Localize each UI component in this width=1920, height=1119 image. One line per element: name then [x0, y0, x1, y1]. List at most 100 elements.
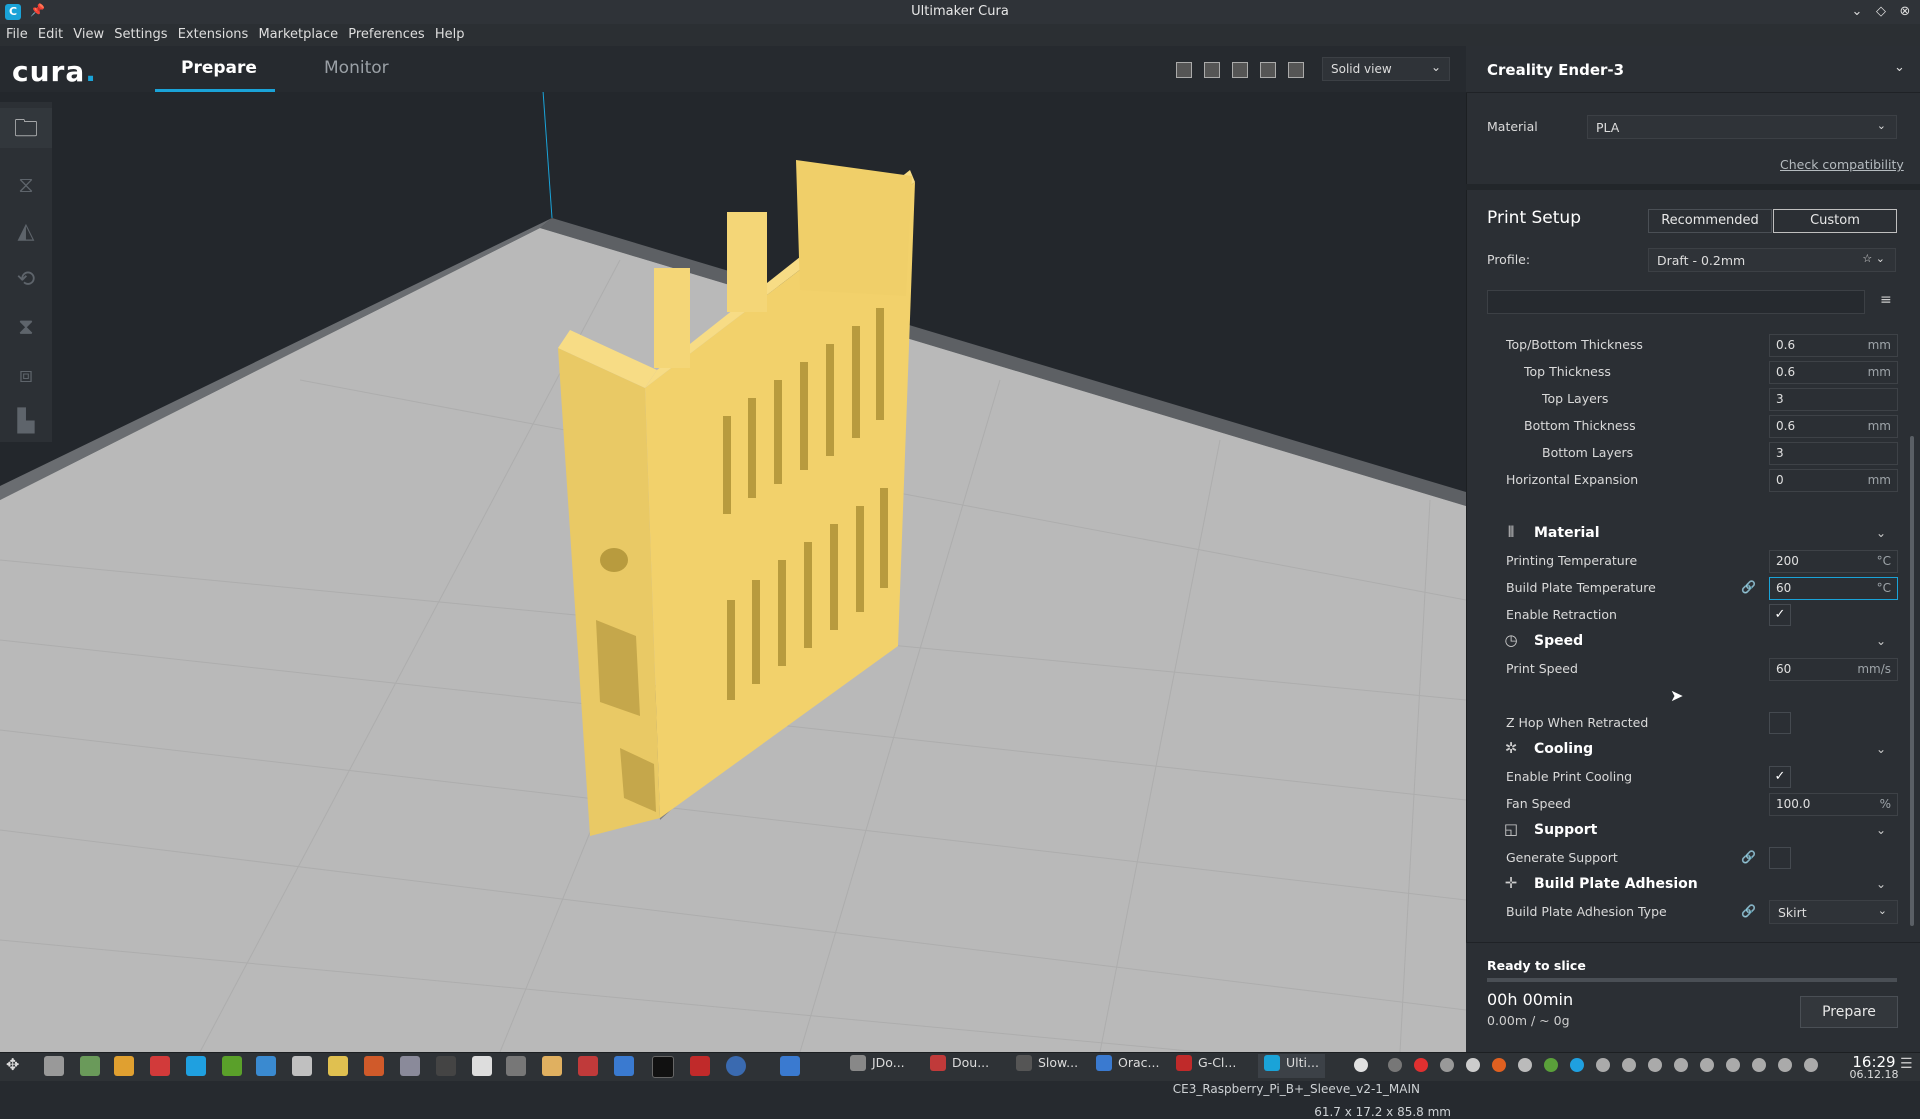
chrome-icon[interactable]	[726, 1056, 746, 1076]
build-plate-scene[interactable]	[0, 47, 1467, 1053]
minimize-icon[interactable]: ⌄	[1846, 2, 1868, 22]
menu-preferences[interactable]: Preferences	[348, 24, 424, 42]
adhesion-type-select[interactable]: Skirt ⌄	[1769, 900, 1898, 924]
move-tool-icon[interactable]: ⧖	[10, 172, 42, 200]
folder-icon[interactable]	[328, 1056, 348, 1076]
media-icon[interactable]	[364, 1056, 384, 1076]
chevron-down-icon[interactable]: ⌄	[1876, 877, 1886, 891]
enable-print-cooling-checkbox[interactable]: ✓	[1769, 766, 1791, 788]
tab-prepare[interactable]: Prepare	[181, 58, 257, 78]
prepare-button[interactable]: Prepare	[1800, 996, 1898, 1028]
settings-scrollbar[interactable]	[1910, 436, 1914, 926]
printer-name[interactable]: Creality Ender-3	[1487, 61, 1624, 79]
front-view-icon[interactable]	[1204, 62, 1220, 78]
volume-icon[interactable]	[1622, 1058, 1636, 1072]
link-icon[interactable]: 🔗	[1741, 580, 1756, 594]
pause-icon[interactable]	[1466, 1058, 1480, 1072]
video-icon[interactable]	[400, 1056, 420, 1076]
profile-select[interactable]: Draft - 0.2mm ☆ ⌄	[1648, 248, 1896, 272]
open-file-icon[interactable]: 🗀	[0, 108, 52, 148]
material-select[interactable]: PLA ⌄	[1587, 115, 1897, 139]
calculator-icon[interactable]	[80, 1056, 100, 1076]
3d-view-icon[interactable]	[1176, 62, 1192, 78]
spreadsheet-icon[interactable]	[542, 1056, 562, 1076]
chevron-down-icon[interactable]: ⌄	[1876, 634, 1886, 648]
chevron-down-icon[interactable]: ⌄	[1876, 742, 1886, 756]
info-icon[interactable]	[1388, 1058, 1402, 1072]
support-blocker-icon[interactable]: ▙	[10, 408, 42, 436]
menu-file[interactable]: File	[6, 24, 28, 42]
files-icon[interactable]	[44, 1056, 64, 1076]
z-hop-checkbox[interactable]	[1769, 712, 1791, 734]
bluetooth-icon[interactable]	[1778, 1058, 1792, 1072]
clipboard-icon[interactable]	[1674, 1058, 1688, 1072]
horizontal-expansion-input[interactable]: 0 mm	[1769, 469, 1898, 492]
keyboard-icon[interactable]	[1700, 1058, 1714, 1072]
chevron-down-icon[interactable]: ⌄	[1894, 60, 1905, 75]
top-thickness-input[interactable]: 0.6 mm	[1769, 361, 1898, 384]
chevron-down-icon[interactable]: ⌄	[1876, 526, 1886, 540]
menu-settings[interactable]: Settings	[114, 24, 167, 42]
printer-icon[interactable]	[1752, 1058, 1766, 1072]
category-support[interactable]: Support	[1534, 822, 1597, 838]
print-speed-input[interactable]: 60 mm/s	[1769, 658, 1898, 681]
show-desktop-icon[interactable]: ☰	[1900, 1056, 1913, 1072]
globe-icon[interactable]	[256, 1056, 276, 1076]
3d-viewport[interactable]: CE3_Raspberry_Pi_B+_Sleeve_v2-1_MAIN 61.…	[0, 47, 1467, 1119]
sync-icon[interactable]	[150, 1056, 170, 1076]
maximize-icon[interactable]: ◇	[1870, 2, 1892, 22]
build-plate-temperature-input[interactable]: 60 °C	[1769, 577, 1898, 600]
view-mode-select[interactable]: Solid view ⌄	[1322, 57, 1450, 81]
printing-temperature-input[interactable]: 200 °C	[1769, 550, 1898, 573]
check-compatibility-link[interactable]: Check compatibility	[1780, 157, 1904, 172]
dc-icon[interactable]	[578, 1056, 598, 1076]
tab-monitor[interactable]: Monitor	[324, 58, 389, 78]
notes-icon[interactable]	[114, 1056, 134, 1076]
vivaldi-icon[interactable]	[690, 1056, 710, 1076]
fan-speed-input[interactable]: 100.0%	[1769, 793, 1898, 816]
amazon-icon[interactable]	[472, 1056, 492, 1076]
battery-icon[interactable]	[1726, 1058, 1740, 1072]
app-launcher-icon[interactable]: ✥	[6, 1055, 19, 1074]
monitor-icon[interactable]	[614, 1056, 634, 1076]
category-build-plate-adhesion[interactable]: Build Plate Adhesion	[1534, 876, 1698, 892]
taskbar-task[interactable]: Dou...	[930, 1054, 989, 1078]
network-icon[interactable]	[1596, 1058, 1610, 1072]
chevron-down-icon[interactable]: ⌄	[1876, 823, 1886, 837]
link-icon[interactable]: 🔗	[1741, 904, 1756, 918]
per-model-settings-icon[interactable]: ⧈	[10, 362, 42, 390]
settings-menu-icon[interactable]: ≡	[1880, 292, 1892, 308]
top-layers-input[interactable]: 3	[1769, 388, 1898, 411]
terminal-icon[interactable]	[652, 1056, 674, 1078]
bell-icon[interactable]	[1518, 1058, 1532, 1072]
enable-retraction-checkbox[interactable]: ✓	[1769, 604, 1791, 626]
taskbar-task[interactable]: G-Cl...	[1176, 1054, 1236, 1078]
close-icon[interactable]: ⊗	[1894, 2, 1916, 22]
top-view-icon[interactable]	[1232, 62, 1248, 78]
taskbar-task[interactable]: Orac...	[1096, 1054, 1159, 1078]
camera-icon[interactable]	[1440, 1058, 1454, 1072]
top-bottom-thickness-input[interactable]: 0.6 mm	[1769, 334, 1898, 357]
bulb-icon[interactable]	[1354, 1058, 1368, 1072]
skype-icon[interactable]	[186, 1056, 206, 1076]
menu-marketplace[interactable]: Marketplace	[258, 24, 338, 42]
link-icon[interactable]: 🔗	[1741, 850, 1756, 864]
taskbar-task-active[interactable]: Ulti...	[1258, 1054, 1325, 1078]
generate-support-checkbox[interactable]	[1769, 847, 1791, 869]
menu-view[interactable]: View	[73, 24, 104, 42]
taskbar-task[interactable]: JDo...	[850, 1054, 905, 1078]
skype-tray-icon[interactable]	[1570, 1058, 1584, 1072]
settings-search-input[interactable]	[1487, 290, 1865, 314]
display-icon[interactable]	[1648, 1058, 1662, 1072]
category-material[interactable]: Material	[1534, 525, 1600, 541]
rotate-tool-icon[interactable]: ⟲	[10, 266, 42, 294]
workspace-pager-icon[interactable]	[780, 1056, 800, 1076]
scale-tool-icon[interactable]: ◭	[10, 218, 42, 246]
taskbar-task[interactable]: Slow...	[1016, 1054, 1078, 1078]
category-speed[interactable]: Speed	[1534, 633, 1583, 649]
resolve-icon[interactable]	[436, 1056, 456, 1076]
menu-help[interactable]: Help	[435, 24, 465, 42]
custom-button[interactable]: Custom	[1773, 209, 1897, 233]
recommended-button[interactable]: Recommended	[1648, 209, 1772, 233]
cancel-icon[interactable]	[1492, 1058, 1506, 1072]
